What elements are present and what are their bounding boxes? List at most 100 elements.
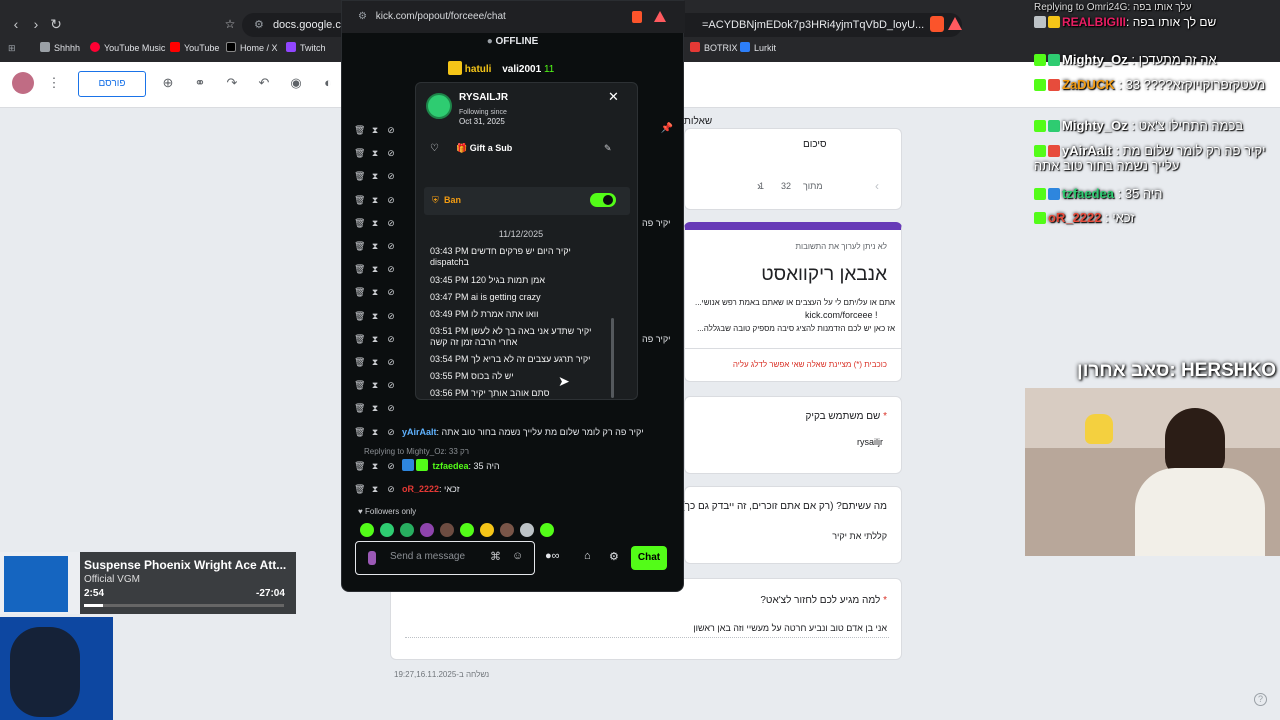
chat-row[interactable]: 🗑 ⧗ ⊘ יקיר פה xyxy=(354,332,671,346)
timeout-icon: ⧗ xyxy=(371,218,379,228)
ban-row[interactable]: ⛨ Ban xyxy=(424,187,630,215)
timeout-icon: ⧗ xyxy=(371,357,379,367)
answer-text: rysailjr xyxy=(857,437,883,447)
preview-eye-icon[interactable]: ◉ xyxy=(288,75,304,91)
bookmark-x[interactable]: Home / X xyxy=(226,40,278,56)
chat-row[interactable]: 🗑 ⧗ ⊘ xyxy=(354,309,402,323)
chat-row[interactable]: 🗑 ⧗ ⊘ xyxy=(354,123,402,137)
user-avatar xyxy=(426,93,452,119)
reply-indicator[interactable]: Replying to Mighty_Oz: 33 רק xyxy=(364,445,469,459)
help-icon[interactable]: ? xyxy=(1254,693,1267,706)
reload-icon[interactable]: ↻ xyxy=(46,14,66,34)
history-scrollbar[interactable] xyxy=(611,318,614,398)
store-icon[interactable]: ⌂ xyxy=(584,550,591,562)
heart-follow-icon[interactable]: ♡ xyxy=(430,143,439,154)
chat-row[interactable]: 🗑 ⧗ ⊘ yAirAalt: יקיר פה רק לומר שלום מת עלי… xyxy=(354,425,644,439)
pager-prev-icon[interactable]: ‹ xyxy=(875,179,879,193)
chat-row[interactable]: 🗑 ⧗ ⊘ xyxy=(354,262,402,276)
bookmark-twitch[interactable]: Twitch xyxy=(286,40,326,56)
emote-icon[interactable] xyxy=(480,523,494,537)
rewards-icon[interactable] xyxy=(948,17,962,30)
site-info-icon[interactable]: ⚙ xyxy=(254,19,264,31)
emote-icon[interactable] xyxy=(440,523,454,537)
emote-icon[interactable] xyxy=(540,523,554,537)
emote-icon[interactable] xyxy=(360,523,374,537)
brave-shield-icon[interactable] xyxy=(930,16,944,32)
mod-tools-icon[interactable]: ✎ xyxy=(604,143,612,154)
emote-icon[interactable] xyxy=(420,523,434,537)
bookmark-youtube[interactable]: YouTube xyxy=(170,40,219,56)
bookmark-youtube-music[interactable]: YouTube Music xyxy=(90,40,165,56)
tab-questions[interactable]: שאלות xyxy=(684,116,712,127)
heart-icon: ♥ xyxy=(358,507,363,516)
trash-icon: 🗑 xyxy=(354,195,366,205)
chat-row[interactable]: 🗑 ⧗ ⊘ oR_2222: זכאי xyxy=(354,482,460,496)
redo-icon[interactable]: ↷ xyxy=(224,75,240,91)
form-desc-1: אתם או על/יתם לי על העצבים או שאתם באמת … xyxy=(694,298,895,307)
palette-icon[interactable]: ◐ xyxy=(320,75,336,91)
trash-icon: 🗑 xyxy=(354,171,366,181)
emoji-icon[interactable]: ☺ xyxy=(512,550,523,562)
remaining-time: -27:04 xyxy=(256,588,285,599)
add-collaborator-icon[interactable]: ⊕ xyxy=(160,75,176,91)
streamer-shirt xyxy=(1135,468,1265,556)
settings-gear-icon[interactable]: ⚙ xyxy=(609,550,619,563)
badge-icon xyxy=(416,459,428,471)
mic-icon[interactable] xyxy=(368,551,376,565)
trash-icon: 🗑 xyxy=(354,334,366,344)
required-note: כוכבית (*) מציינת שאלה שאי אפשר לדלג עלי… xyxy=(732,360,887,369)
chat-row[interactable]: 🗑 ⧗ ⊘ xyxy=(354,378,402,392)
users-icon[interactable]: ●∞ xyxy=(545,550,560,562)
apps-grid-icon[interactable]: ⊞ xyxy=(8,40,16,56)
pager-next-icon[interactable]: › xyxy=(757,179,761,193)
emote-icon[interactable] xyxy=(400,523,414,537)
ban-icon: ⊘ xyxy=(387,334,395,344)
game-cam xyxy=(0,617,113,720)
close-icon[interactable]: ✕ xyxy=(608,89,619,105)
form-avatar[interactable] xyxy=(12,72,34,94)
ban-icon: ⊘ xyxy=(387,403,395,413)
rewards-icon[interactable] xyxy=(654,11,666,22)
trash-icon: 🗑 xyxy=(354,264,366,274)
emote-icon[interactable] xyxy=(460,523,474,537)
chat-row[interactable]: 🗑 ⧗ ⊘ xyxy=(354,239,402,253)
stream-status: ● OFFLINE xyxy=(486,36,539,47)
ban-toggle[interactable] xyxy=(590,193,616,207)
pin-icon[interactable]: 📌 xyxy=(660,123,674,137)
trash-icon: 🗑 xyxy=(354,218,366,228)
undo-icon[interactable]: ↶ xyxy=(256,75,272,91)
chat-row[interactable]: 🗑 ⧗ ⊘ xyxy=(354,401,402,415)
site-info-icon[interactable]: ⚙ xyxy=(358,11,367,22)
timeout-icon: ⧗ xyxy=(371,148,379,158)
brave-shield-icon[interactable] xyxy=(632,11,642,23)
link-icon[interactable]: ⚭ xyxy=(192,75,208,91)
ban-icon: ⊘ xyxy=(387,311,395,321)
back-icon[interactable]: ‹ xyxy=(6,14,26,34)
tab-summary[interactable]: סיכום xyxy=(803,139,827,150)
ban-icon: ⊘ xyxy=(387,148,395,158)
answer-text: קללתי את יקיר xyxy=(832,531,887,541)
chat-row[interactable]: 🗑 ⧗ ⊘ xyxy=(354,146,402,160)
more-vert-icon[interactable]: ⋮ xyxy=(46,75,62,91)
chat-row[interactable]: 🗑 ⧗ ⊘ xyxy=(354,285,402,299)
chat-row[interactable]: 🗑 ⧗ ⊘ יקיר פה xyxy=(354,216,671,230)
emote-icon[interactable] xyxy=(380,523,394,537)
emote-icon[interactable] xyxy=(500,523,514,537)
emote-picker-icon[interactable]: ⌘ xyxy=(490,550,501,563)
bookmark-lurkit[interactable]: Lurkit xyxy=(740,40,776,56)
forward-icon[interactable]: › xyxy=(26,14,46,34)
chat-row[interactable]: 🗑 ⧗ ⊘ xyxy=(354,169,402,183)
chat-row[interactable]: 🗑 ⧗ ⊘ xyxy=(354,355,402,369)
bookmark-shhhh[interactable]: Shhhh xyxy=(40,40,80,56)
chat-row[interactable]: 🗑 ⧗ ⊘ tzfaedea: היה 35 xyxy=(354,459,500,473)
published-button[interactable]: פורסם xyxy=(78,71,146,97)
send-chat-button[interactable]: Chat xyxy=(631,546,667,570)
chat-input[interactable]: Send a message ⌘ ☺ xyxy=(355,541,535,575)
gift-sub-button[interactable]: 🎁 Gift a Sub xyxy=(456,143,512,154)
timeout-icon: ⧗ xyxy=(371,264,379,274)
bookmark-botrix[interactable]: BOTRIX xyxy=(690,40,738,56)
ban-icon: ⊘ xyxy=(387,461,395,471)
bookmark-star-icon[interactable]: ☆ xyxy=(220,14,240,34)
emote-icon[interactable] xyxy=(520,523,534,537)
chat-row[interactable]: 🗑 ⧗ ⊘ xyxy=(354,193,402,207)
